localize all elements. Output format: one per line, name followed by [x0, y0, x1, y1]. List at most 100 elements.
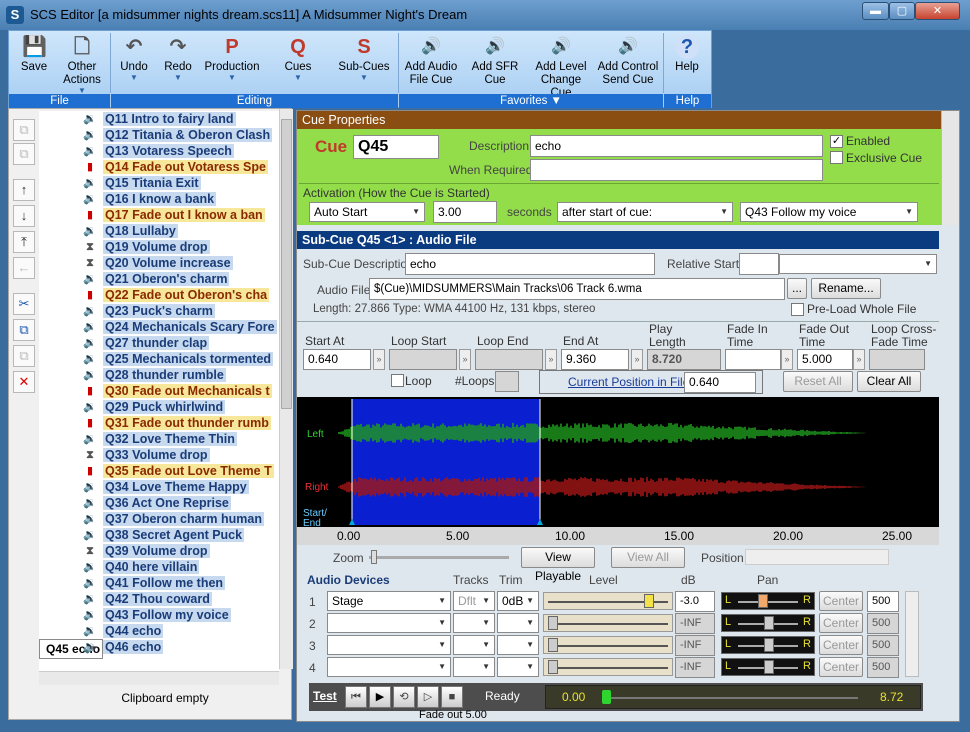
- level-slider-thumb[interactable]: [548, 660, 558, 674]
- move-left-icon[interactable]: ←: [13, 257, 35, 279]
- undo-button[interactable]: ↶ Undo ▼: [113, 31, 155, 95]
- activation-time-input[interactable]: 3.00: [433, 201, 497, 223]
- clear-all-button[interactable]: Clear All: [857, 371, 921, 392]
- cue-list-item[interactable]: 🔉 Q15 Titania Exit: [39, 175, 279, 191]
- paste-cue-icon[interactable]: ⧉: [13, 143, 35, 165]
- level-slider-thumb[interactable]: [548, 616, 558, 630]
- pan-slider[interactable]: L R: [721, 592, 815, 610]
- cue-list-item[interactable]: 🔉 Q34 Love Theme Happy: [39, 479, 279, 495]
- properties-scrollbar[interactable]: [941, 111, 959, 225]
- view-playable-button[interactable]: View Playable: [521, 547, 595, 583]
- cue-list-item[interactable]: 🔉 Q28 thunder rumble: [39, 367, 279, 383]
- cue-list-item[interactable]: ⧗ Q33 Volume drop: [39, 447, 279, 463]
- group-favorites[interactable]: Favorites ▼: [399, 94, 663, 108]
- level-slider[interactable]: [543, 636, 673, 654]
- current-position-label[interactable]: Current Position in File:: [568, 375, 693, 389]
- zoom-slider-thumb[interactable]: [371, 550, 377, 564]
- cue-list-item[interactable]: ▮ Q31 Fade out thunder rumb: [39, 415, 279, 431]
- fade-out-input[interactable]: 5.000: [797, 349, 853, 370]
- cue-list-item[interactable]: 🔉 Q44 echo: [39, 623, 279, 639]
- loop-play-button[interactable]: ⟲: [393, 686, 415, 708]
- devices-scrollbar[interactable]: [905, 591, 919, 677]
- device-select[interactable]: [327, 613, 451, 633]
- delete-icon[interactable]: ✕: [13, 371, 35, 393]
- start-at-expand[interactable]: »: [373, 349, 385, 370]
- enabled-checkbox[interactable]: ✓: [830, 135, 843, 148]
- current-position-input[interactable]: 0.640: [684, 372, 756, 393]
- test-position-bar[interactable]: 0.00 8.72: [545, 685, 921, 709]
- tracks-select[interactable]: [453, 635, 495, 655]
- reset-all-button[interactable]: Reset All: [783, 371, 853, 392]
- position-thumb[interactable]: [602, 690, 611, 704]
- audio-file-input[interactable]: $(Cue)\MIDSUMMERS\Main Tracks\06 Track 6…: [369, 278, 785, 300]
- selection-region[interactable]: [352, 399, 540, 525]
- cue-list-item[interactable]: ▮ Q17 Fade out I know a ban: [39, 207, 279, 223]
- cue-list-item[interactable]: ▮ Q14 Fade out Votaress Spe: [39, 159, 279, 175]
- pan-value-input[interactable]: 500: [867, 613, 899, 634]
- db-input[interactable]: -INF: [675, 635, 715, 656]
- paste-icon[interactable]: ⧉: [13, 345, 35, 367]
- cue-list-item[interactable]: 🔉 Q41 Follow me then: [39, 575, 279, 591]
- cue-list-item[interactable]: 🔉 Q46 echo: [39, 639, 279, 655]
- zoom-slider[interactable]: [369, 550, 509, 564]
- cut-icon[interactable]: ✂: [13, 293, 35, 315]
- follow-cue-select[interactable]: Q43 Follow my voice: [740, 202, 918, 222]
- help-button[interactable]: ? Help: [667, 31, 707, 95]
- cue-list-item[interactable]: 🔉 Q16 I know a bank: [39, 191, 279, 207]
- cue-list-item[interactable]: 🔉 Q36 Act One Reprise: [39, 495, 279, 511]
- activation-select[interactable]: Auto Start: [309, 202, 425, 222]
- trim-select[interactable]: [497, 657, 539, 677]
- cue-list-item[interactable]: 🔉 Q37 Oberon charm human: [39, 511, 279, 527]
- db-input[interactable]: -INF: [675, 657, 715, 678]
- cue-list-item[interactable]: 🔉 Q12 Titania & Oberon Clash: [39, 127, 279, 143]
- redo-button[interactable]: ↷ Redo ▼: [157, 31, 199, 95]
- device-select[interactable]: [327, 635, 451, 655]
- exclusive-cue-checkbox[interactable]: [830, 151, 843, 164]
- device-select[interactable]: Stage: [327, 591, 451, 611]
- close-button[interactable]: ✕: [915, 2, 960, 20]
- trim-select[interactable]: [497, 613, 539, 633]
- center-button[interactable]: Center: [819, 591, 863, 611]
- tracks-select[interactable]: [453, 613, 495, 633]
- move-up-icon[interactable]: ↑: [13, 179, 35, 201]
- cue-list-item[interactable]: 🔉 Q13 Votaress Speech: [39, 143, 279, 159]
- pan-slider[interactable]: L R: [721, 636, 815, 654]
- view-all-button[interactable]: View All: [611, 547, 685, 568]
- sub-cues-button[interactable]: S Sub-Cues ▼: [333, 31, 395, 95]
- tracks-select[interactable]: [453, 657, 495, 677]
- cue-list-item[interactable]: 🔉 Q42 Thou coward: [39, 591, 279, 607]
- cue-list-item[interactable]: ⧗ Q19 Volume drop: [39, 239, 279, 255]
- trim-select[interactable]: [497, 635, 539, 655]
- stop-button[interactable]: ■: [441, 686, 463, 708]
- pan-slider-thumb[interactable]: [764, 638, 774, 652]
- cues-button[interactable]: Q Cues ▼: [267, 31, 329, 95]
- center-button[interactable]: Center: [819, 657, 863, 677]
- level-slider-thumb[interactable]: [644, 594, 655, 608]
- pan-slider[interactable]: L R: [721, 658, 815, 676]
- cue-list-item[interactable]: 🔉 Q25 Mechanicals tormented: [39, 351, 279, 367]
- preload-checkbox[interactable]: [791, 303, 804, 316]
- rename-button[interactable]: Rename...: [811, 278, 881, 299]
- cue-list-item[interactable]: 🔉 Q40 here villain: [39, 559, 279, 575]
- loop-checkbox[interactable]: [391, 374, 404, 387]
- center-button[interactable]: Center: [819, 613, 863, 633]
- cue-list-item[interactable]: ⧗ Q20 Volume increase: [39, 255, 279, 271]
- pan-value-input[interactable]: 500: [867, 657, 899, 678]
- device-select[interactable]: [327, 657, 451, 677]
- fade-in-expand[interactable]: »: [781, 349, 793, 370]
- fade-out-expand[interactable]: »: [853, 349, 865, 370]
- cue-list-item[interactable]: ▮ Q30 Fade out Mechanicals t: [39, 383, 279, 399]
- tracks-select[interactable]: Dflt: [453, 591, 495, 611]
- db-input[interactable]: -3.0: [675, 591, 715, 612]
- cue-list-item[interactable]: 🔉 Q38 Secret Agent Puck: [39, 527, 279, 543]
- production-button[interactable]: P Production ▼: [201, 31, 263, 95]
- cue-list-hscrollbar[interactable]: [39, 671, 279, 685]
- position-scrollbar[interactable]: [745, 549, 889, 565]
- cue-list-item[interactable]: 🔉 Q32 Love Theme Thin: [39, 431, 279, 447]
- maximize-button[interactable]: ▢: [889, 2, 915, 20]
- move-top-icon[interactable]: ⤒: [13, 231, 35, 253]
- cue-list-item[interactable]: 🔉 Q11 Intro to fairy land: [39, 111, 279, 127]
- cue-list-item[interactable]: 🔉 Q27 thunder clap: [39, 335, 279, 351]
- cue-number-input[interactable]: Q45: [353, 135, 439, 159]
- test-label[interactable]: Test: [313, 689, 337, 703]
